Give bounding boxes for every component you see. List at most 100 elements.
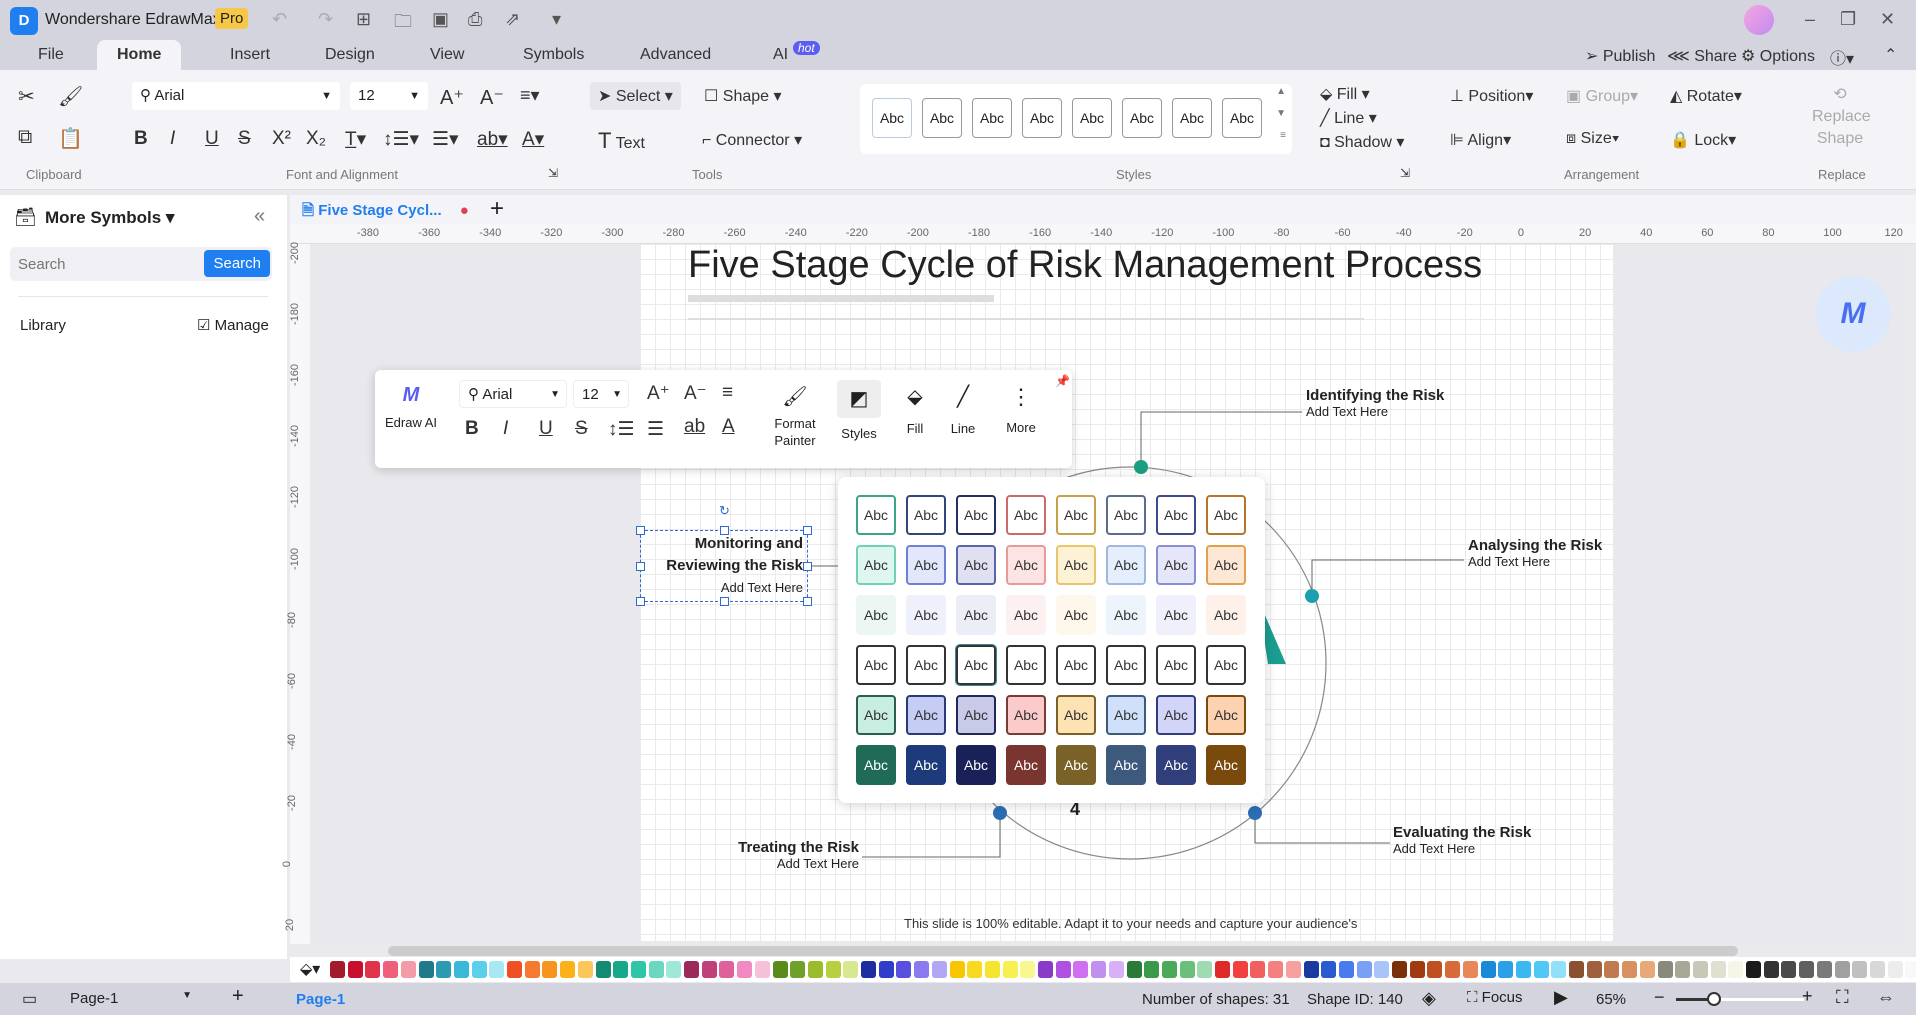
share-button[interactable]: ⋘ Share xyxy=(1667,46,1737,66)
restore-icon[interactable]: ❐ xyxy=(1840,9,1856,30)
increase-font-icon[interactable]: A⁺ xyxy=(647,382,670,405)
color-swatch[interactable] xyxy=(1091,961,1107,978)
color-swatch[interactable] xyxy=(1038,961,1053,978)
search-button[interactable]: Search xyxy=(204,250,270,277)
color-swatch[interactable] xyxy=(1285,961,1301,978)
color-swatch[interactable] xyxy=(772,961,788,978)
style-option[interactable]: Abc xyxy=(1156,495,1196,535)
edraw-ai-button[interactable]: M Edraw AI xyxy=(383,384,439,430)
color-swatch[interactable] xyxy=(1303,961,1319,978)
line-spacing-icon[interactable]: ↕☰ xyxy=(608,418,635,441)
collapse-ribbon-icon[interactable]: ⌃ xyxy=(1884,45,1897,65)
color-swatch[interactable] xyxy=(1020,961,1036,978)
color-swatch[interactable] xyxy=(825,961,841,978)
style-option[interactable]: Abc xyxy=(906,695,946,735)
font-size-select[interactable]: 12 ▼ xyxy=(350,82,428,110)
color-swatch[interactable] xyxy=(684,961,699,978)
style-option[interactable]: Abc xyxy=(906,645,946,685)
zoom-slider-thumb[interactable] xyxy=(1707,992,1722,1006)
gallery-more-icon[interactable]: ≡ xyxy=(1280,130,1286,141)
float-size-select[interactable]: 12 ▼ xyxy=(573,380,629,408)
color-swatch[interactable] xyxy=(1515,961,1531,978)
style-option[interactable]: Abc xyxy=(1106,545,1146,585)
strikethrough-icon[interactable]: S xyxy=(575,418,588,440)
style-gallery-item[interactable]: Abc xyxy=(872,98,912,138)
style-option[interactable]: Abc xyxy=(906,545,946,585)
rotate-button[interactable]: ◭ Rotate▾ xyxy=(1670,86,1742,106)
stage-treating[interactable]: Treating the Risk Add Text Here xyxy=(640,839,859,871)
color-swatch[interactable] xyxy=(843,961,859,978)
layers-icon[interactable]: ◈ xyxy=(1422,988,1436,1009)
edraw-ai-floating-button[interactable]: M xyxy=(1815,276,1891,352)
resize-handle[interactable] xyxy=(636,526,645,535)
save-icon[interactable]: ▣ xyxy=(432,9,449,30)
styles-button[interactable]: ◩ Styles xyxy=(837,380,881,441)
color-swatch[interactable] xyxy=(1374,961,1390,978)
page-tab[interactable]: Page-1 xyxy=(296,991,345,1008)
play-icon[interactable]: ▶ xyxy=(1554,987,1568,1008)
style-option[interactable]: Abc xyxy=(1056,645,1096,685)
color-swatch[interactable] xyxy=(1409,961,1425,978)
color-swatch[interactable] xyxy=(1551,961,1567,978)
style-option[interactable]: Abc xyxy=(1156,695,1196,735)
zoom-out-icon[interactable]: − xyxy=(1654,987,1665,1008)
symbol-search-input[interactable] xyxy=(18,251,198,277)
style-option[interactable]: Abc xyxy=(856,695,896,735)
style-option[interactable]: Abc xyxy=(1106,495,1146,535)
color-swatch[interactable] xyxy=(347,961,363,978)
zoom-slider[interactable] xyxy=(1676,992,1804,1006)
color-swatch[interactable] xyxy=(1268,961,1284,978)
style-option[interactable]: Abc xyxy=(1156,595,1196,635)
selected-shape-monitoring[interactable]: Monitoring and Reviewing the Risk Add Tex… xyxy=(636,503,812,606)
color-swatch[interactable] xyxy=(1179,961,1195,978)
highlight-icon[interactable]: ab▾ xyxy=(477,128,508,151)
text-format-icon[interactable]: T̲▾ xyxy=(345,128,366,151)
resize-handle[interactable] xyxy=(803,562,812,571)
color-swatch[interactable] xyxy=(1445,961,1461,978)
help-icon[interactable]: ⓘ▾ xyxy=(1830,45,1854,69)
position-button[interactable]: ⊥ Position▾ xyxy=(1450,86,1533,106)
color-swatch[interactable] xyxy=(1586,961,1602,978)
tab-view[interactable]: View xyxy=(410,40,484,70)
style-option[interactable]: Abc xyxy=(1206,645,1246,685)
color-swatch[interactable] xyxy=(1763,961,1779,978)
color-swatch[interactable] xyxy=(595,961,611,978)
color-swatch[interactable] xyxy=(1869,961,1885,978)
fill-button[interactable]: ⬙ Fill ▾ xyxy=(1320,84,1370,104)
color-swatch[interactable] xyxy=(931,961,947,978)
style-option[interactable]: Abc xyxy=(956,695,996,735)
color-swatch[interactable] xyxy=(1710,961,1726,978)
paste-icon[interactable]: 📋 xyxy=(58,126,83,151)
color-swatch[interactable] xyxy=(648,961,664,978)
style-gallery-item[interactable]: Abc xyxy=(1072,98,1112,138)
color-swatch[interactable] xyxy=(914,961,930,978)
color-swatch[interactable] xyxy=(1781,961,1797,978)
style-option[interactable]: Abc xyxy=(956,545,996,585)
style-gallery-item[interactable]: Abc xyxy=(1172,98,1212,138)
style-gallery-item[interactable]: Abc xyxy=(1022,98,1062,138)
color-swatch[interactable] xyxy=(1232,961,1248,978)
tab-home[interactable]: Home xyxy=(97,40,182,70)
style-option[interactable]: Abc xyxy=(1056,545,1096,585)
style-option[interactable]: Abc xyxy=(1206,495,1246,535)
style-option[interactable]: Abc xyxy=(856,595,896,635)
style-option[interactable]: Abc xyxy=(1156,645,1196,685)
close-icon[interactable]: ✕ xyxy=(1880,9,1895,30)
resize-handle[interactable] xyxy=(720,597,729,606)
color-swatch[interactable] xyxy=(1852,961,1868,978)
new-tab-icon[interactable]: + xyxy=(490,195,504,223)
color-swatch[interactable] xyxy=(1002,961,1018,978)
underline-icon[interactable]: U xyxy=(539,418,553,440)
tab-advanced[interactable]: Advanced xyxy=(620,40,731,70)
color-swatch[interactable] xyxy=(1144,961,1160,978)
color-swatch[interactable] xyxy=(949,961,965,978)
color-swatch[interactable] xyxy=(471,961,487,978)
tab-design[interactable]: Design xyxy=(305,40,395,70)
resize-handle[interactable] xyxy=(803,597,812,606)
color-swatch[interactable] xyxy=(737,961,753,978)
font-dialog-launcher-icon[interactable]: ⇲ xyxy=(548,166,558,180)
color-swatch[interactable] xyxy=(807,961,823,978)
horizontal-scrollbar[interactable] xyxy=(388,946,1738,956)
color-swatch[interactable] xyxy=(861,961,876,978)
style-option[interactable]: Abc xyxy=(856,545,896,585)
